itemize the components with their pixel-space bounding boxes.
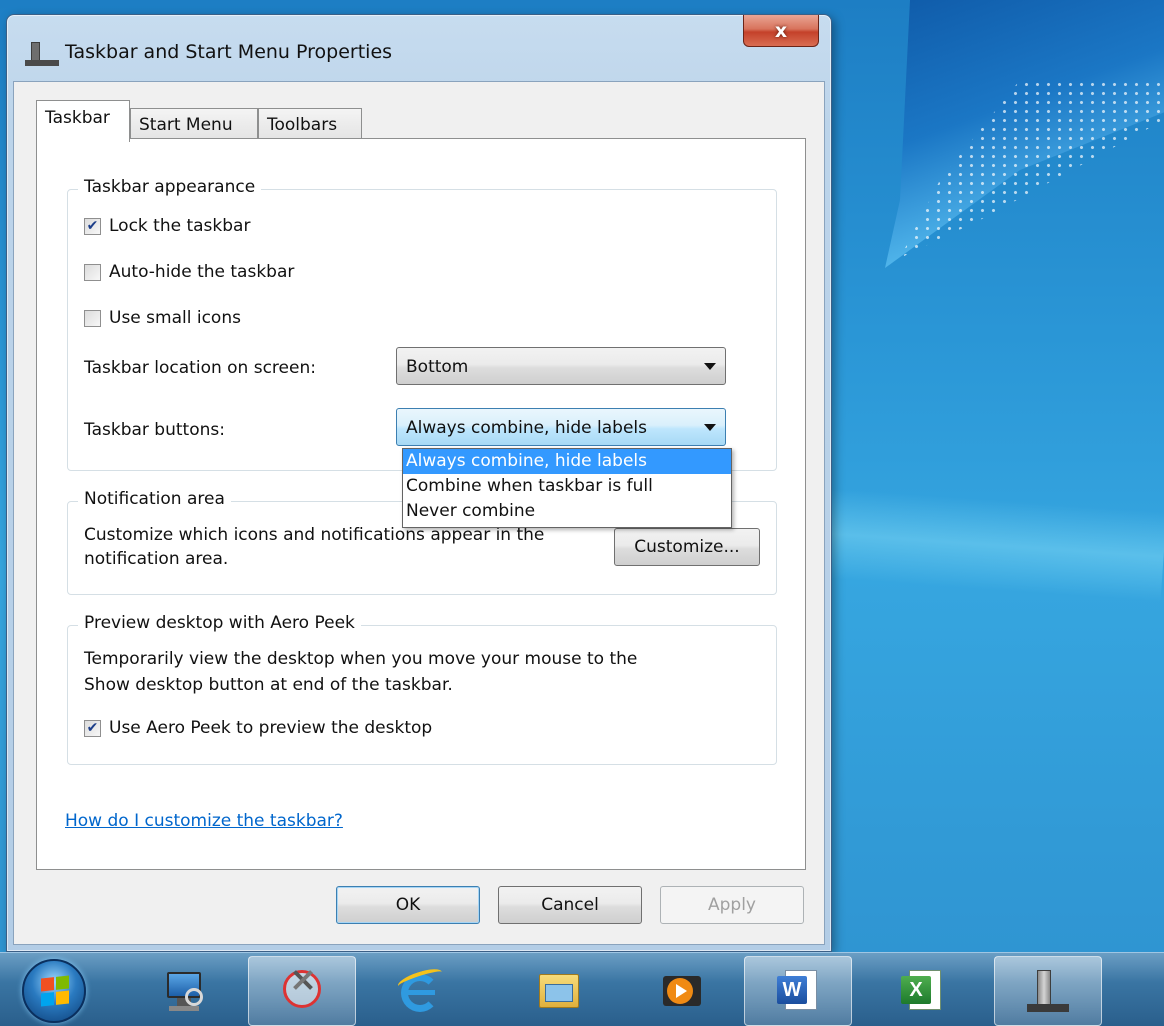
notification-text-line2: notification area. — [84, 549, 229, 569]
taskbar-properties-icon — [25, 42, 59, 66]
close-icon: x — [774, 19, 788, 42]
checkbox-label: Lock the taskbar — [109, 216, 251, 236]
remote-desktop-icon — [161, 968, 207, 1014]
window-title: Taskbar and Start Menu Properties — [65, 41, 393, 63]
title-bar[interactable]: Taskbar and Start Menu Properties x — [7, 15, 831, 81]
buttons-label: Taskbar buttons: — [84, 420, 225, 440]
option-always-combine[interactable]: Always combine, hide labels — [403, 449, 731, 474]
close-button[interactable]: x — [743, 15, 819, 47]
taskbar-snipping-tool[interactable] — [248, 956, 356, 1026]
checkbox-box[interactable]: ✔ — [84, 217, 101, 235]
option-combine-when-full[interactable]: Combine when taskbar is full — [403, 474, 731, 499]
peek-text-line2: Show desktop button at end of the taskba… — [84, 675, 453, 695]
taskbar-properties-window[interactable] — [994, 956, 1102, 1026]
windows-explorer-icon — [535, 968, 581, 1014]
dialog-client-area: Taskbar Start Menu Toolbars Taskbar appe… — [13, 81, 825, 945]
taskbar-buttons-options-list: Always combine, hide labels Combine when… — [402, 448, 732, 528]
ok-button[interactable]: OK — [336, 886, 480, 924]
snipping-tool-icon — [279, 968, 325, 1014]
group-aero-peek: Preview desktop with Aero Peek Temporari… — [67, 613, 777, 765]
button-label: Customize... — [634, 537, 740, 557]
group-legend: Notification area — [78, 489, 231, 509]
start-button[interactable] — [22, 959, 86, 1023]
checkbox-label: Auto-hide the taskbar — [109, 262, 295, 282]
group-legend: Preview desktop with Aero Peek — [78, 613, 361, 633]
taskbar-windows-explorer[interactable] — [504, 956, 612, 1026]
checkbox-box[interactable]: ✔ — [84, 719, 101, 737]
taskbar-buttons-dropdown[interactable]: Always combine, hide labels — [396, 408, 726, 446]
group-legend: Taskbar appearance — [78, 177, 262, 197]
taskbar-excel[interactable]: X — [868, 956, 976, 1026]
tab-label: Start Menu — [139, 115, 233, 135]
small-icons-checkbox[interactable]: Use small icons — [84, 308, 241, 328]
tab-taskbar[interactable]: Taskbar — [36, 100, 130, 142]
peek-text-line1: Temporarily view the desktop when you mo… — [84, 649, 638, 669]
taskbar-word[interactable]: W — [744, 956, 852, 1026]
tab-start-menu[interactable]: Start Menu — [130, 108, 258, 141]
selected-value: Bottom — [406, 357, 469, 377]
selected-value: Always combine, hide labels — [406, 418, 647, 438]
cancel-button[interactable]: Cancel — [498, 886, 642, 924]
media-player-icon — [659, 968, 705, 1014]
chevron-down-icon — [704, 363, 716, 370]
checkmark-icon: ✔ — [86, 218, 99, 234]
tab-label: Toolbars — [267, 115, 338, 135]
properties-dialog: Taskbar and Start Menu Properties x Task… — [6, 14, 832, 952]
auto-hide-checkbox[interactable]: Auto-hide the taskbar — [84, 262, 294, 282]
button-label: Apply — [708, 895, 756, 915]
button-label: Cancel — [541, 895, 599, 915]
lock-taskbar-checkbox[interactable]: ✔ Lock the taskbar — [84, 216, 250, 236]
checkmark-icon: ✔ — [86, 720, 99, 736]
taskbar-media-player[interactable] — [628, 956, 736, 1026]
customize-button[interactable]: Customize... — [614, 528, 760, 566]
location-label: Taskbar location on screen: — [84, 358, 316, 378]
button-label: OK — [395, 895, 421, 915]
taskbar: W X — [0, 952, 1164, 1026]
taskbar-remote-desktop[interactable] — [130, 956, 238, 1026]
wallpaper-glow — [817, 488, 1164, 602]
location-dropdown[interactable]: Bottom — [396, 347, 726, 385]
group-taskbar-appearance: Taskbar appearance ✔ Lock the taskbar Au… — [67, 177, 777, 471]
tab-toolbars[interactable]: Toolbars — [258, 108, 362, 141]
checkbox-label: Use small icons — [109, 308, 241, 328]
taskbar-internet-explorer[interactable] — [366, 956, 474, 1026]
excel-icon: X — [899, 968, 945, 1014]
windows-logo-icon — [41, 975, 69, 1007]
internet-explorer-icon — [395, 965, 445, 1014]
word-icon: W — [775, 968, 821, 1014]
taskbar-properties-icon — [1025, 968, 1071, 1014]
option-never-combine[interactable]: Never combine — [403, 499, 731, 524]
tab-label: Taskbar — [45, 108, 110, 128]
help-link[interactable]: How do I customize the taskbar? — [65, 811, 343, 831]
chevron-down-icon — [704, 424, 716, 431]
checkbox-box[interactable] — [84, 309, 101, 327]
aero-peek-checkbox[interactable]: ✔ Use Aero Peek to preview the desktop — [84, 718, 432, 738]
checkbox-box[interactable] — [84, 263, 101, 281]
apply-button[interactable]: Apply — [660, 886, 804, 924]
checkbox-label: Use Aero Peek to preview the desktop — [109, 718, 433, 738]
